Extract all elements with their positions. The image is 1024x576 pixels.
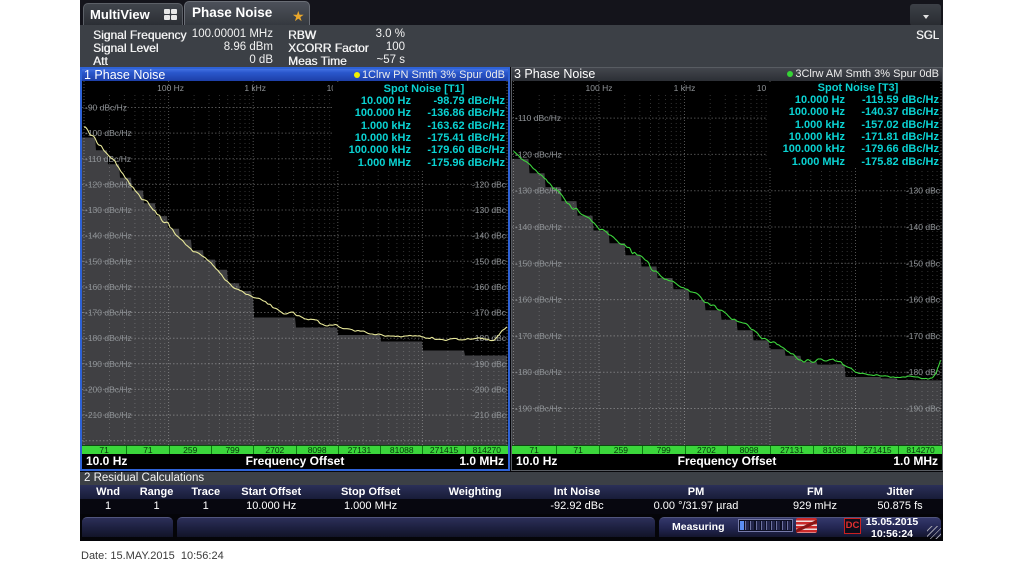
svg-text:-140 dBc: -140 dBc — [906, 222, 941, 232]
svg-text:-120 dBc/Hz: -120 dBc/Hz — [515, 149, 562, 159]
svg-text:-190 dBc/Hz: -190 dBc/Hz — [85, 358, 132, 368]
svg-text:-120 dBc/Hz: -120 dBc/Hz — [85, 179, 132, 189]
svg-text:-130 dBc/Hz: -130 dBc/Hz — [515, 185, 562, 195]
svg-text:-190 dBc: -190 dBc — [472, 358, 507, 368]
svg-text:-210 dBc: -210 dBc — [472, 410, 507, 420]
svg-text:-160 dBc/Hz: -160 dBc/Hz — [515, 294, 562, 304]
svg-text:-180 dBc/Hz: -180 dBc/Hz — [85, 333, 132, 343]
svg-text:-90 dBc/Hz: -90 dBc/Hz — [85, 102, 127, 112]
svg-text:-130 dBc/Hz: -130 dBc/Hz — [85, 205, 132, 215]
svg-text:-190 dBc: -190 dBc — [906, 403, 941, 413]
svg-text:-170 dBc: -170 dBc — [906, 330, 941, 340]
svg-text:-140 dBc/Hz: -140 dBc/Hz — [85, 230, 132, 240]
svg-text:-200 dBc: -200 dBc — [472, 384, 507, 394]
svg-text:-160 dBc: -160 dBc — [472, 281, 507, 291]
svg-text:-100 dBc/Hz: -100 dBc/Hz — [85, 128, 132, 138]
svg-text:1 kHz: 1 kHz — [674, 83, 696, 93]
svg-text:-110 dBc/Hz: -110 dBc/Hz — [515, 113, 561, 123]
svg-text:-150 dBc/Hz: -150 dBc/Hz — [85, 256, 132, 266]
svg-text:-150 dBc: -150 dBc — [906, 258, 941, 268]
svg-text:-170 dBc/Hz: -170 dBc/Hz — [85, 307, 132, 317]
svg-text:-180 dBc/Hz: -180 dBc/Hz — [515, 367, 562, 377]
svg-text:-160 dBc: -160 dBc — [906, 294, 941, 304]
svg-text:-200 dBc/Hz: -200 dBc/Hz — [85, 384, 132, 394]
svg-text:-120 dBc: -120 dBc — [472, 179, 507, 189]
svg-text:100 Hz: 100 Hz — [586, 83, 613, 93]
svg-text:-150 dBc/Hz: -150 dBc/Hz — [515, 258, 562, 268]
svg-text:-140 dBc: -140 dBc — [472, 230, 507, 240]
svg-text:-170 dBc: -170 dBc — [472, 307, 507, 317]
svg-text:-210 dBc/Hz: -210 dBc/Hz — [85, 410, 132, 420]
svg-text:-170 dBc/Hz: -170 dBc/Hz — [515, 330, 562, 340]
svg-text:100 Hz: 100 Hz — [157, 83, 184, 93]
svg-text:-160 dBc/Hz: -160 dBc/Hz — [85, 281, 132, 291]
svg-text:-130 dBc: -130 dBc — [472, 205, 507, 215]
svg-text:-140 dBc/Hz: -140 dBc/Hz — [515, 222, 562, 232]
svg-text:-130 dBc: -130 dBc — [906, 185, 941, 195]
svg-text:1 kHz: 1 kHz — [244, 83, 266, 93]
svg-text:-190 dBc/Hz: -190 dBc/Hz — [515, 403, 562, 413]
svg-text:-150 dBc: -150 dBc — [472, 256, 507, 266]
